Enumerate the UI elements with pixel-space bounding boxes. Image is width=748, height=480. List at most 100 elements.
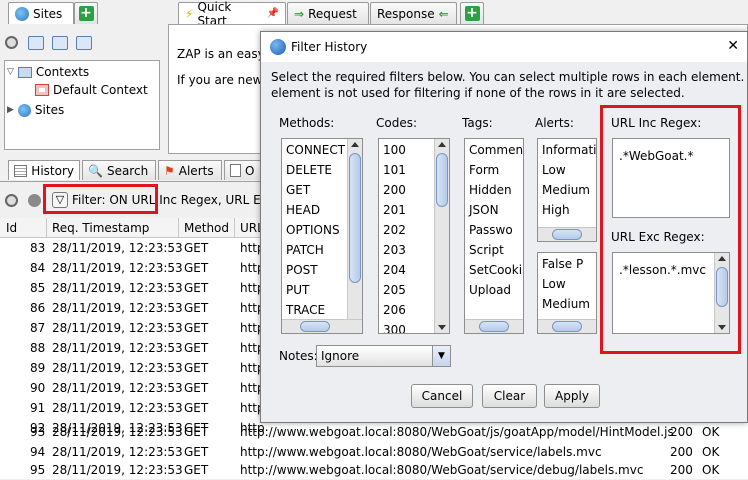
codes-scrollbar[interactable] [434,139,449,333]
table-row[interactable]: 93 28/11/2019, 12:23:53 GET http://www.w… [0,422,748,442]
tab-alerts[interactable]: ⚑ Alerts [158,160,222,180]
list-item[interactable]: OPTIONS [286,223,340,237]
tree-default-context[interactable]: Default Context [35,83,148,97]
list-item[interactable]: TRACE [286,303,325,317]
tags-list[interactable]: Commen Form Hidden JSON Passwo Script Se… [464,138,524,334]
list-item[interactable]: SetCooki [469,263,522,277]
clear-button[interactable]: Clear [482,384,537,408]
codes-list[interactable]: 100 101 200 201 202 203 204 205 206 300 [378,138,450,334]
tags-hscrollbar[interactable] [465,319,523,333]
list-item[interactable]: 200 [383,183,406,197]
url-exc-scrollbar[interactable] [714,253,729,333]
tab-history[interactable]: History [8,160,80,180]
add-tab-button-right[interactable]: + [460,2,484,24]
list-item[interactable]: Passwo [469,223,513,237]
list-item[interactable]: 100 [383,143,406,157]
methods-list[interactable]: CONNECT DELETE GET HEAD OPTIONS PATCH PO… [281,138,363,334]
tab-output[interactable]: O [224,160,264,180]
tab-request[interactable]: ⇒ Request [287,2,369,24]
list-item[interactable]: HEAD [286,203,320,217]
target-icon[interactable] [5,194,18,207]
list-item[interactable]: 205 [383,283,406,297]
list-item[interactable]: 206 [383,303,406,317]
tab-quick-start[interactable]: ⚡ Quick Start 📌 [178,0,286,28]
list-item[interactable]: CONNECT [286,143,345,157]
scroll-up-icon[interactable] [438,142,446,147]
alerts-risk-hscrollbar[interactable] [538,227,596,241]
table-row[interactable]: 94 28/11/2019, 12:23:53 GET http://www.w… [0,442,748,462]
alerts-conf-hscrollbar[interactable] [538,319,596,333]
list-item[interactable]: High [542,203,570,217]
scroll-thumb[interactable] [552,229,582,240]
pin-icon[interactable]: 📌 [267,8,279,19]
col-id-header[interactable]: Id [6,221,17,235]
target-icon[interactable] [5,36,18,49]
alerts-risk-list[interactable]: Informatio Low Medium High [537,138,597,242]
scroll-down-icon[interactable] [438,325,446,330]
list-item[interactable]: Commen [469,143,523,157]
list-item[interactable]: POST [286,263,318,277]
list-item[interactable]: 101 [383,163,406,177]
chevron-right-icon[interactable]: ▶ [7,105,14,115]
list-item[interactable]: False P [542,257,583,271]
scroll-up-icon[interactable] [351,142,359,147]
list-item[interactable]: Hidden [469,183,512,197]
scroll-down-icon[interactable] [718,325,726,330]
list-item[interactable]: 203 [383,243,406,257]
cancel-button[interactable]: Cancel [411,384,473,408]
list-item[interactable]: Medium [542,183,590,197]
list-item[interactable]: JSON [469,203,499,217]
cell-id: 93 [30,425,46,439]
list-item[interactable]: DELETE [286,163,332,177]
list-item[interactable]: 204 [383,263,406,277]
new-context-icon[interactable] [28,36,44,50]
scroll-thumb[interactable] [300,321,330,332]
url-exc-regex-input[interactable]: .*lesson.*.mvc [612,252,730,334]
notes-select[interactable]: Ignore ▼ [316,345,451,367]
list-item[interactable]: Script [469,243,504,257]
output-icon [230,164,241,177]
list-item[interactable]: Form [469,163,499,177]
dialog-titlebar[interactable]: Filter History ✕ [261,32,747,62]
export-context-icon[interactable] [76,36,92,50]
globe-gray-icon[interactable] [28,194,41,207]
list-item[interactable]: Upload [469,283,511,297]
scroll-thumb[interactable] [552,321,582,332]
list-item[interactable]: Informatio [542,143,596,157]
url-inc-regex-input[interactable]: .*WebGoat.* [612,138,730,218]
close-icon[interactable]: ✕ [727,38,739,54]
col-timestamp-header[interactable]: Req. Timestamp [52,221,149,235]
cell-method: GET [184,341,209,355]
list-item[interactable]: Low [542,277,566,291]
tree-contexts[interactable]: ▽ Contexts [7,65,89,79]
list-item[interactable]: 300 [383,323,406,333]
methods-hscrollbar[interactable] [282,319,362,333]
scroll-thumb[interactable] [436,153,448,207]
methods-scrollbar[interactable] [347,139,362,319]
col-method-header[interactable]: Method [184,221,229,235]
tab-response[interactable]: Response ⇐ [370,2,457,24]
chevron-down-icon[interactable]: ▽ [7,67,14,77]
alerts-confidence-list[interactable]: False P Low Medium [537,252,597,334]
scroll-up-icon[interactable] [718,256,726,261]
scroll-thumb[interactable] [349,153,361,283]
list-item[interactable]: GET [286,183,310,197]
list-item[interactable]: Medium [542,297,590,311]
scroll-thumb[interactable] [716,267,728,307]
add-tab-button[interactable]: + [74,2,98,24]
filter-icon[interactable]: ▽ [52,192,68,208]
list-item[interactable]: 202 [383,223,406,237]
list-item[interactable]: 201 [383,203,406,217]
tree-sites[interactable]: ▶ Sites [7,103,64,117]
import-context-icon[interactable] [52,36,68,50]
tab-sites[interactable]: Sites [8,2,74,24]
list-item[interactable]: Low [542,163,566,177]
scroll-thumb[interactable] [479,321,509,332]
list-item[interactable]: PATCH [286,243,324,257]
tab-search[interactable]: 🔍 Search [82,160,156,180]
col-separator [178,218,179,238]
list-item[interactable]: PUT [286,283,309,297]
table-row[interactable]: 95 28/11/2019, 12:23:53 GET http://www.w… [0,460,748,480]
chevron-down-icon[interactable]: ▼ [432,346,450,366]
apply-button[interactable]: Apply [544,384,600,408]
